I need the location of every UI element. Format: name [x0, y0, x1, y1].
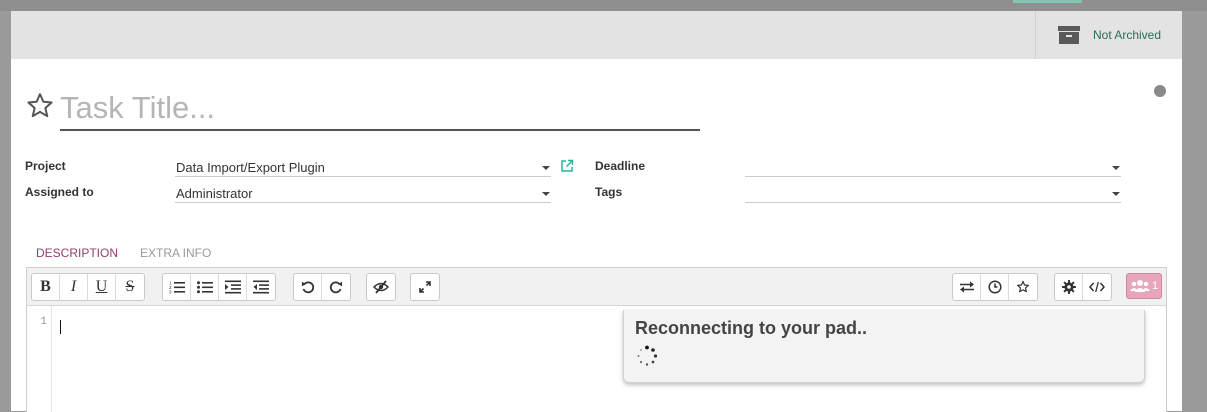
eye-slash-icon: [373, 280, 389, 294]
indent-icon: [224, 280, 241, 294]
list-indent-group: 1 2 3: [162, 273, 276, 301]
external-link-icon[interactable]: [560, 159, 574, 173]
chevron-down-icon: [1112, 166, 1120, 170]
italic-button[interactable]: I: [60, 274, 88, 300]
arrows-exchange-icon: [959, 281, 974, 293]
timeslider-button[interactable]: [981, 274, 1009, 300]
outdent-button[interactable]: [247, 274, 275, 300]
popup-title: Reconnecting to your pad..: [635, 318, 868, 338]
project-value: Data Import/Export Plugin: [176, 160, 325, 175]
users-icon: [1129, 280, 1150, 292]
deadline-input[interactable]: [745, 159, 1121, 177]
fullscreen-button[interactable]: [411, 274, 439, 300]
ordered-list-button[interactable]: 1 2 3: [163, 274, 191, 300]
bullet-list-icon: [196, 281, 213, 294]
assigned-to-label: Assigned to: [25, 185, 94, 199]
text-cursor: [60, 320, 61, 334]
assigned-to-value: Administrator: [176, 186, 253, 201]
description-editor: B I U S 1 2 3 1 1 Reconnecting to your p…: [26, 267, 1167, 412]
line-number: 1: [40, 316, 47, 328]
bold-button[interactable]: B: [32, 274, 60, 300]
undo-icon: [301, 281, 314, 294]
connected-users-button[interactable]: 1: [1126, 273, 1162, 299]
star-outline-icon[interactable]: [25, 91, 55, 121]
settings-group: [1054, 273, 1112, 301]
tab-extra-info[interactable]: EXTRA INFO: [140, 246, 211, 260]
saved-revision-button[interactable]: [1009, 274, 1037, 300]
embed-code-button[interactable]: [1083, 274, 1111, 300]
top-accent-strip: [1013, 0, 1082, 3]
chevron-down-icon: [542, 166, 550, 170]
clock-icon: [987, 280, 1002, 294]
form-status-bar: Not Archived: [11, 11, 1182, 59]
import-export-button[interactable]: [953, 274, 981, 300]
chevron-down-icon: [542, 192, 550, 196]
code-icon: [1089, 281, 1105, 293]
task-title-input[interactable]: [60, 87, 700, 131]
settings-button[interactable]: [1055, 274, 1083, 300]
bullet-list-button[interactable]: [191, 274, 219, 300]
expand-icon: [419, 281, 431, 293]
loading-spinner-icon: [637, 345, 658, 366]
fullscreen-group: [410, 273, 440, 301]
text-style-group: B I U S: [31, 273, 145, 301]
star-icon: [1016, 280, 1030, 293]
redo-icon: [329, 281, 343, 294]
project-select[interactable]: Data Import/Export Plugin: [175, 159, 551, 177]
underline-button[interactable]: U: [88, 274, 116, 300]
assigned-to-select[interactable]: Administrator: [175, 185, 551, 203]
users-count: 1: [1151, 280, 1159, 292]
history-group: [293, 273, 351, 301]
toggle-authorship-colors-button[interactable]: [367, 274, 395, 300]
task-form-sheet: Not Archived Project Data Import/Export …: [11, 11, 1182, 412]
undo-button[interactable]: [294, 274, 322, 300]
archive-box-icon: [1058, 24, 1080, 46]
gear-icon: [1061, 280, 1076, 294]
reconnecting-popup: Reconnecting to your pad..: [623, 310, 1145, 383]
project-label: Project: [25, 159, 66, 173]
editor-toolbar: B I U S 1 2 3 1: [27, 268, 1166, 306]
chevron-down-icon: [1112, 192, 1120, 196]
priority-dot-icon[interactable]: [1154, 85, 1166, 97]
deadline-label: Deadline: [595, 159, 646, 173]
line-number-gutter: 1: [27, 306, 52, 412]
strikethrough-button[interactable]: S: [116, 274, 144, 300]
ordered-list-icon: 1 2 3: [169, 281, 185, 295]
indent-button[interactable]: [219, 274, 247, 300]
archive-status-label: Not Archived: [1093, 28, 1162, 42]
visibility-group: [366, 273, 396, 301]
redo-button[interactable]: [322, 274, 350, 300]
tab-description[interactable]: DESCRIPTION: [36, 246, 118, 260]
tags-select[interactable]: [745, 185, 1121, 203]
tags-label: Tags: [595, 185, 623, 199]
outdent-icon: [253, 280, 269, 294]
archive-toggle-button[interactable]: Not Archived: [1035, 11, 1182, 59]
svg-text:3: 3: [169, 290, 172, 295]
pad-tools-group: [952, 273, 1038, 301]
